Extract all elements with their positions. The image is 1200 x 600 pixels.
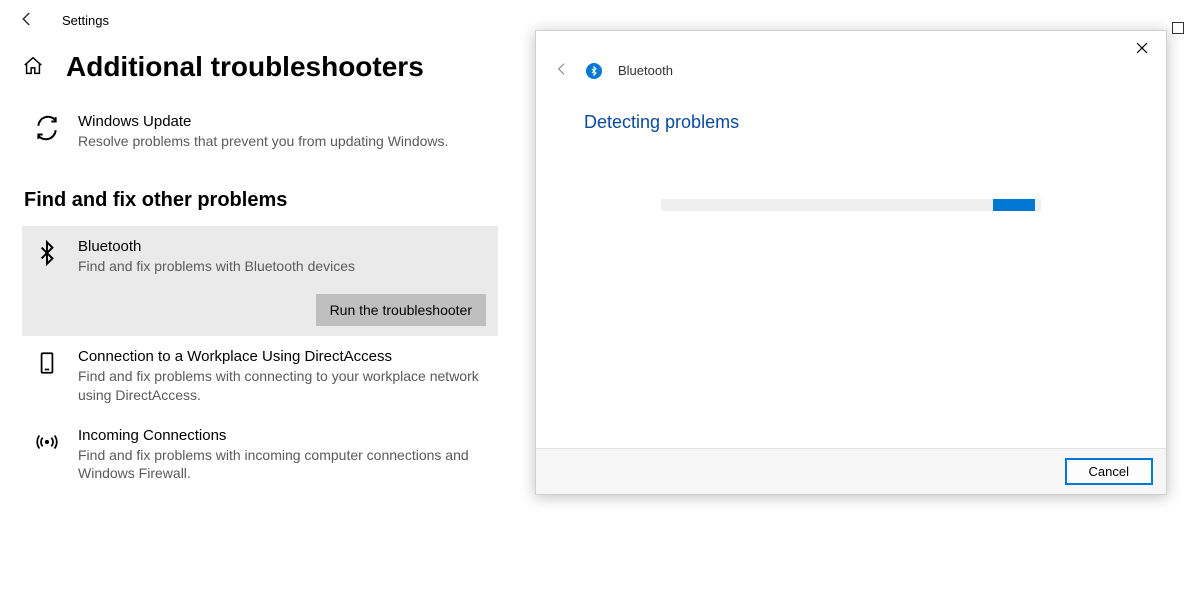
troubleshooter-label: Windows Update [78, 113, 448, 130]
dialog-content: Detecting problems [536, 88, 1166, 448]
troubleshooter-dialog: Bluetooth Detecting problems Cancel [535, 30, 1167, 495]
back-icon[interactable] [18, 10, 36, 31]
troubleshooter-directaccess[interactable]: Connection to a Workplace Using DirectAc… [22, 336, 498, 415]
close-button[interactable] [1122, 35, 1162, 61]
device-icon [34, 350, 60, 376]
maximize-icon[interactable] [1172, 22, 1184, 34]
wireless-icon [34, 429, 60, 455]
dialog-footer: Cancel [536, 448, 1166, 494]
bluetooth-badge-icon [586, 63, 602, 79]
topbar-title: Settings [62, 13, 109, 28]
dialog-name: Bluetooth [618, 63, 673, 78]
troubleshooter-desc: Find and fix problems with connecting to… [78, 367, 486, 405]
settings-page: Additional troubleshooters Windows Updat… [0, 31, 520, 493]
troubleshooter-bluetooth[interactable]: Bluetooth Find and fix problems with Blu… [22, 226, 498, 336]
page-title-row: Additional troubleshooters [22, 51, 498, 83]
cancel-button[interactable]: Cancel [1066, 459, 1152, 484]
troubleshooter-incoming[interactable]: Incoming Connections Find and fix proble… [22, 415, 498, 494]
troubleshooter-windows-update[interactable]: Windows Update Resolve problems that pre… [22, 101, 498, 161]
bluetooth-icon [34, 240, 60, 266]
dialog-titlebar [536, 31, 1166, 61]
progress-bar [661, 199, 1041, 211]
settings-topbar: Settings [0, 0, 1200, 31]
troubleshooter-label: Incoming Connections [78, 427, 486, 444]
run-troubleshooter-button[interactable]: Run the troubleshooter [316, 294, 486, 326]
dialog-status: Detecting problems [584, 112, 1118, 133]
section-head: Find and fix other problems [24, 189, 498, 212]
troubleshooter-label: Connection to a Workplace Using DirectAc… [78, 348, 486, 365]
troubleshooter-desc: Resolve problems that prevent you from u… [78, 132, 448, 151]
troubleshooter-desc: Find and fix problems with incoming comp… [78, 446, 486, 484]
dialog-back-icon[interactable] [554, 61, 570, 80]
troubleshooter-label: Bluetooth [78, 238, 355, 255]
home-icon[interactable] [22, 55, 44, 80]
progress-indicator [993, 199, 1035, 211]
page-title: Additional troubleshooters [66, 51, 424, 83]
refresh-icon [34, 115, 60, 141]
troubleshooter-desc: Find and fix problems with Bluetooth dev… [78, 257, 355, 276]
dialog-header: Bluetooth [536, 61, 1166, 88]
